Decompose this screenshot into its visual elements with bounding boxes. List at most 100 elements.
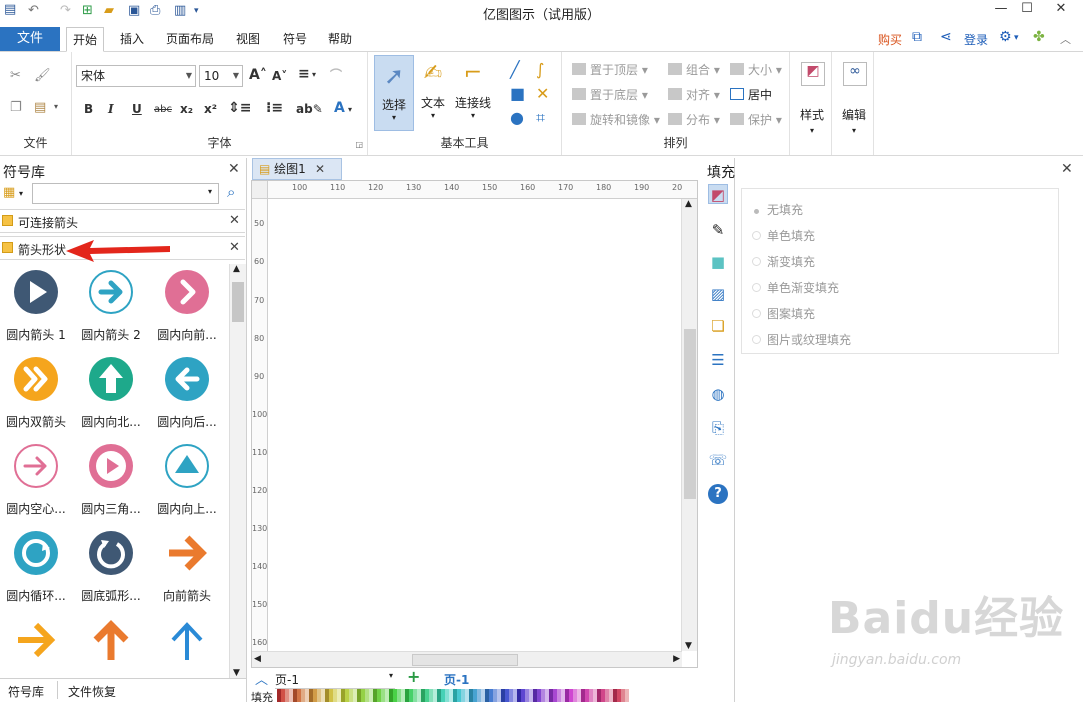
- add-page-icon[interactable]: +: [407, 667, 420, 686]
- collapse-ribbon-icon[interactable]: ︿: [1060, 31, 1071, 47]
- crop-tool-icon[interactable]: ⌗: [536, 108, 545, 128]
- share-box-icon[interactable]: ⧉: [912, 29, 922, 45]
- page-list-icon[interactable]: ☰: [708, 350, 728, 370]
- shape-item[interactable]: 向前箭头: [151, 525, 223, 611]
- connector-tool-button[interactable]: ⌐ 连接线 ▾: [452, 55, 494, 131]
- size-button[interactable]: 大小 ▾: [730, 61, 782, 78]
- scroll-down-icon[interactable]: ▼: [685, 641, 692, 651]
- shape-item[interactable]: 圆内循环...: [0, 525, 72, 611]
- shape-item[interactable]: 圆内箭头 2: [75, 264, 147, 350]
- canvas-vertical-scrollbar[interactable]: ▲ ▼: [681, 199, 697, 651]
- expand-up-icon[interactable]: ︿: [255, 669, 268, 688]
- tab-view[interactable]: 视图: [230, 27, 266, 52]
- superscript-icon[interactable]: x²: [204, 102, 217, 116]
- send-to-back-button[interactable]: 置于底层 ▾: [572, 86, 648, 103]
- font-dialog-launcher-icon[interactable]: ◲: [355, 140, 363, 149]
- shape-item[interactable]: 圆内双箭头: [0, 351, 72, 437]
- shape-item[interactable]: [151, 612, 223, 684]
- shape-item[interactable]: [0, 612, 72, 684]
- text-color-brush-icon[interactable]: ab✎: [296, 102, 323, 116]
- login-link[interactable]: 登录: [964, 31, 988, 48]
- bold-icon[interactable]: B: [84, 102, 93, 116]
- font-size-select[interactable]: 10 ▼: [199, 65, 243, 87]
- scroll-left-icon[interactable]: ◀: [254, 654, 261, 664]
- shape-item[interactable]: 圆底弧形...: [75, 525, 147, 611]
- shape-item[interactable]: 圆内空心...: [0, 438, 72, 524]
- tab-symbol-library[interactable]: 符号库: [8, 683, 44, 700]
- scroll-right-icon[interactable]: ▶: [673, 654, 680, 664]
- font-color-icon[interactable]: A: [334, 100, 345, 116]
- shape-item[interactable]: 圆内三角...: [75, 438, 147, 524]
- document-tab[interactable]: ▤ 绘图1 ✕: [252, 158, 342, 180]
- maximize-icon[interactable]: ☐: [1012, 1, 1042, 16]
- text-tool-button[interactable]: ✍ 文本 ▾: [416, 55, 450, 131]
- layers-icon[interactable]: ❏: [708, 316, 728, 336]
- fill-option-none[interactable]: 无填充: [752, 201, 803, 218]
- text-direction-icon[interactable]: ⌒: [330, 66, 342, 83]
- page-tab[interactable]: 页-1: [444, 671, 469, 688]
- buy-link[interactable]: 购买: [878, 31, 902, 48]
- align-button[interactable]: 对齐 ▾: [668, 86, 720, 103]
- comment-icon[interactable]: ☏: [708, 450, 728, 470]
- style-button[interactable]: ◩ 样式 ▾: [792, 52, 832, 155]
- scrollbar-thumb[interactable]: [412, 654, 518, 666]
- fill-option-gradient[interactable]: 渐变填充: [752, 253, 815, 270]
- edit-button[interactable]: ∞ 编辑 ▾: [834, 52, 874, 155]
- symbol-search-input[interactable]: [32, 183, 219, 204]
- scrollbar-thumb[interactable]: [684, 329, 696, 499]
- copy-icon[interactable]: ❐: [10, 100, 22, 115]
- shrink-font-icon[interactable]: A˅: [272, 69, 287, 83]
- library-menu-icon[interactable]: ▦: [3, 185, 15, 200]
- bring-to-front-button[interactable]: 置于顶层 ▾: [572, 61, 648, 78]
- shape-item[interactable]: 圆内箭头 1: [0, 264, 72, 350]
- distribute-button[interactable]: 分布 ▾: [668, 111, 720, 128]
- settings-gear-icon[interactable]: ⚙: [999, 29, 1012, 45]
- shape-item[interactable]: [75, 612, 147, 684]
- fill-bucket-icon[interactable]: ◩: [708, 184, 728, 204]
- settings-dropdown-icon[interactable]: ▾: [1014, 33, 1019, 43]
- bullets-icon[interactable]: ⁝≡: [266, 100, 283, 116]
- paste-dropdown-icon[interactable]: ▾: [54, 102, 58, 111]
- close-library-icon[interactable]: ✕: [229, 213, 240, 228]
- tab-help[interactable]: 帮助: [322, 27, 358, 52]
- tab-page-layout[interactable]: 页面布局: [160, 27, 220, 52]
- close-fill-panel-icon[interactable]: ✕: [1061, 161, 1073, 177]
- tab-file-recovery[interactable]: 文件恢复: [68, 683, 116, 700]
- tab-symbols[interactable]: 符号: [277, 27, 313, 52]
- fill-option-picture[interactable]: 图片或纹理填充: [752, 331, 851, 348]
- align-dropdown-icon[interactable]: ▾: [312, 70, 316, 79]
- paste-icon[interactable]: ▤: [34, 100, 46, 115]
- scroll-up-icon[interactable]: ▲: [233, 264, 240, 274]
- curve-tool-icon[interactable]: ∫: [536, 60, 544, 79]
- fill-option-pattern[interactable]: 图案填充: [752, 305, 815, 322]
- file-menu-button[interactable]: 文件: [0, 27, 60, 51]
- color-palette[interactable]: [277, 689, 707, 702]
- scroll-up-icon[interactable]: ▲: [685, 199, 692, 209]
- image-icon[interactable]: ▨: [708, 284, 728, 304]
- rotate-mirror-button[interactable]: 旋转和镜像 ▾: [572, 111, 660, 128]
- shape-list-scrollbar[interactable]: ▲ ▼: [229, 264, 246, 678]
- library-header-connectable-arrows[interactable]: 可连接箭头 ✕: [0, 209, 245, 233]
- select-tool-button[interactable]: ➚ 选择 ▾: [374, 55, 414, 131]
- protect-button[interactable]: 保护 ▾: [730, 111, 782, 128]
- shadow-icon[interactable]: ■: [708, 252, 728, 272]
- search-dropdown-icon[interactable]: ▾: [208, 187, 212, 196]
- fill-option-single-gradient[interactable]: 单色渐变填充: [752, 279, 839, 296]
- shape-item[interactable]: 圆内向北...: [75, 351, 147, 437]
- scroll-down-icon[interactable]: ▼: [233, 668, 240, 678]
- line-tool-icon[interactable]: ╱: [510, 60, 520, 79]
- shape-item[interactable]: 圆内向后...: [151, 351, 223, 437]
- italic-icon[interactable]: I: [108, 102, 114, 116]
- close-library-icon[interactable]: ✕: [229, 240, 240, 255]
- underline-icon[interactable]: U: [132, 102, 142, 116]
- color-swatch[interactable]: [625, 689, 629, 702]
- line-pen-icon[interactable]: ✎: [708, 220, 728, 240]
- scrollbar-thumb[interactable]: [232, 282, 244, 322]
- tab-home[interactable]: 开始: [66, 27, 105, 52]
- shape-item[interactable]: 圆内向上...: [151, 438, 223, 524]
- attachment-icon[interactable]: ⎘: [708, 418, 728, 438]
- library-dropdown-icon[interactable]: ▾: [19, 189, 23, 198]
- canvas-horizontal-scrollbar[interactable]: ◀ ▶: [252, 651, 682, 667]
- fill-option-solid[interactable]: 单色填充: [752, 227, 815, 244]
- subscript-icon[interactable]: x₂: [180, 102, 193, 116]
